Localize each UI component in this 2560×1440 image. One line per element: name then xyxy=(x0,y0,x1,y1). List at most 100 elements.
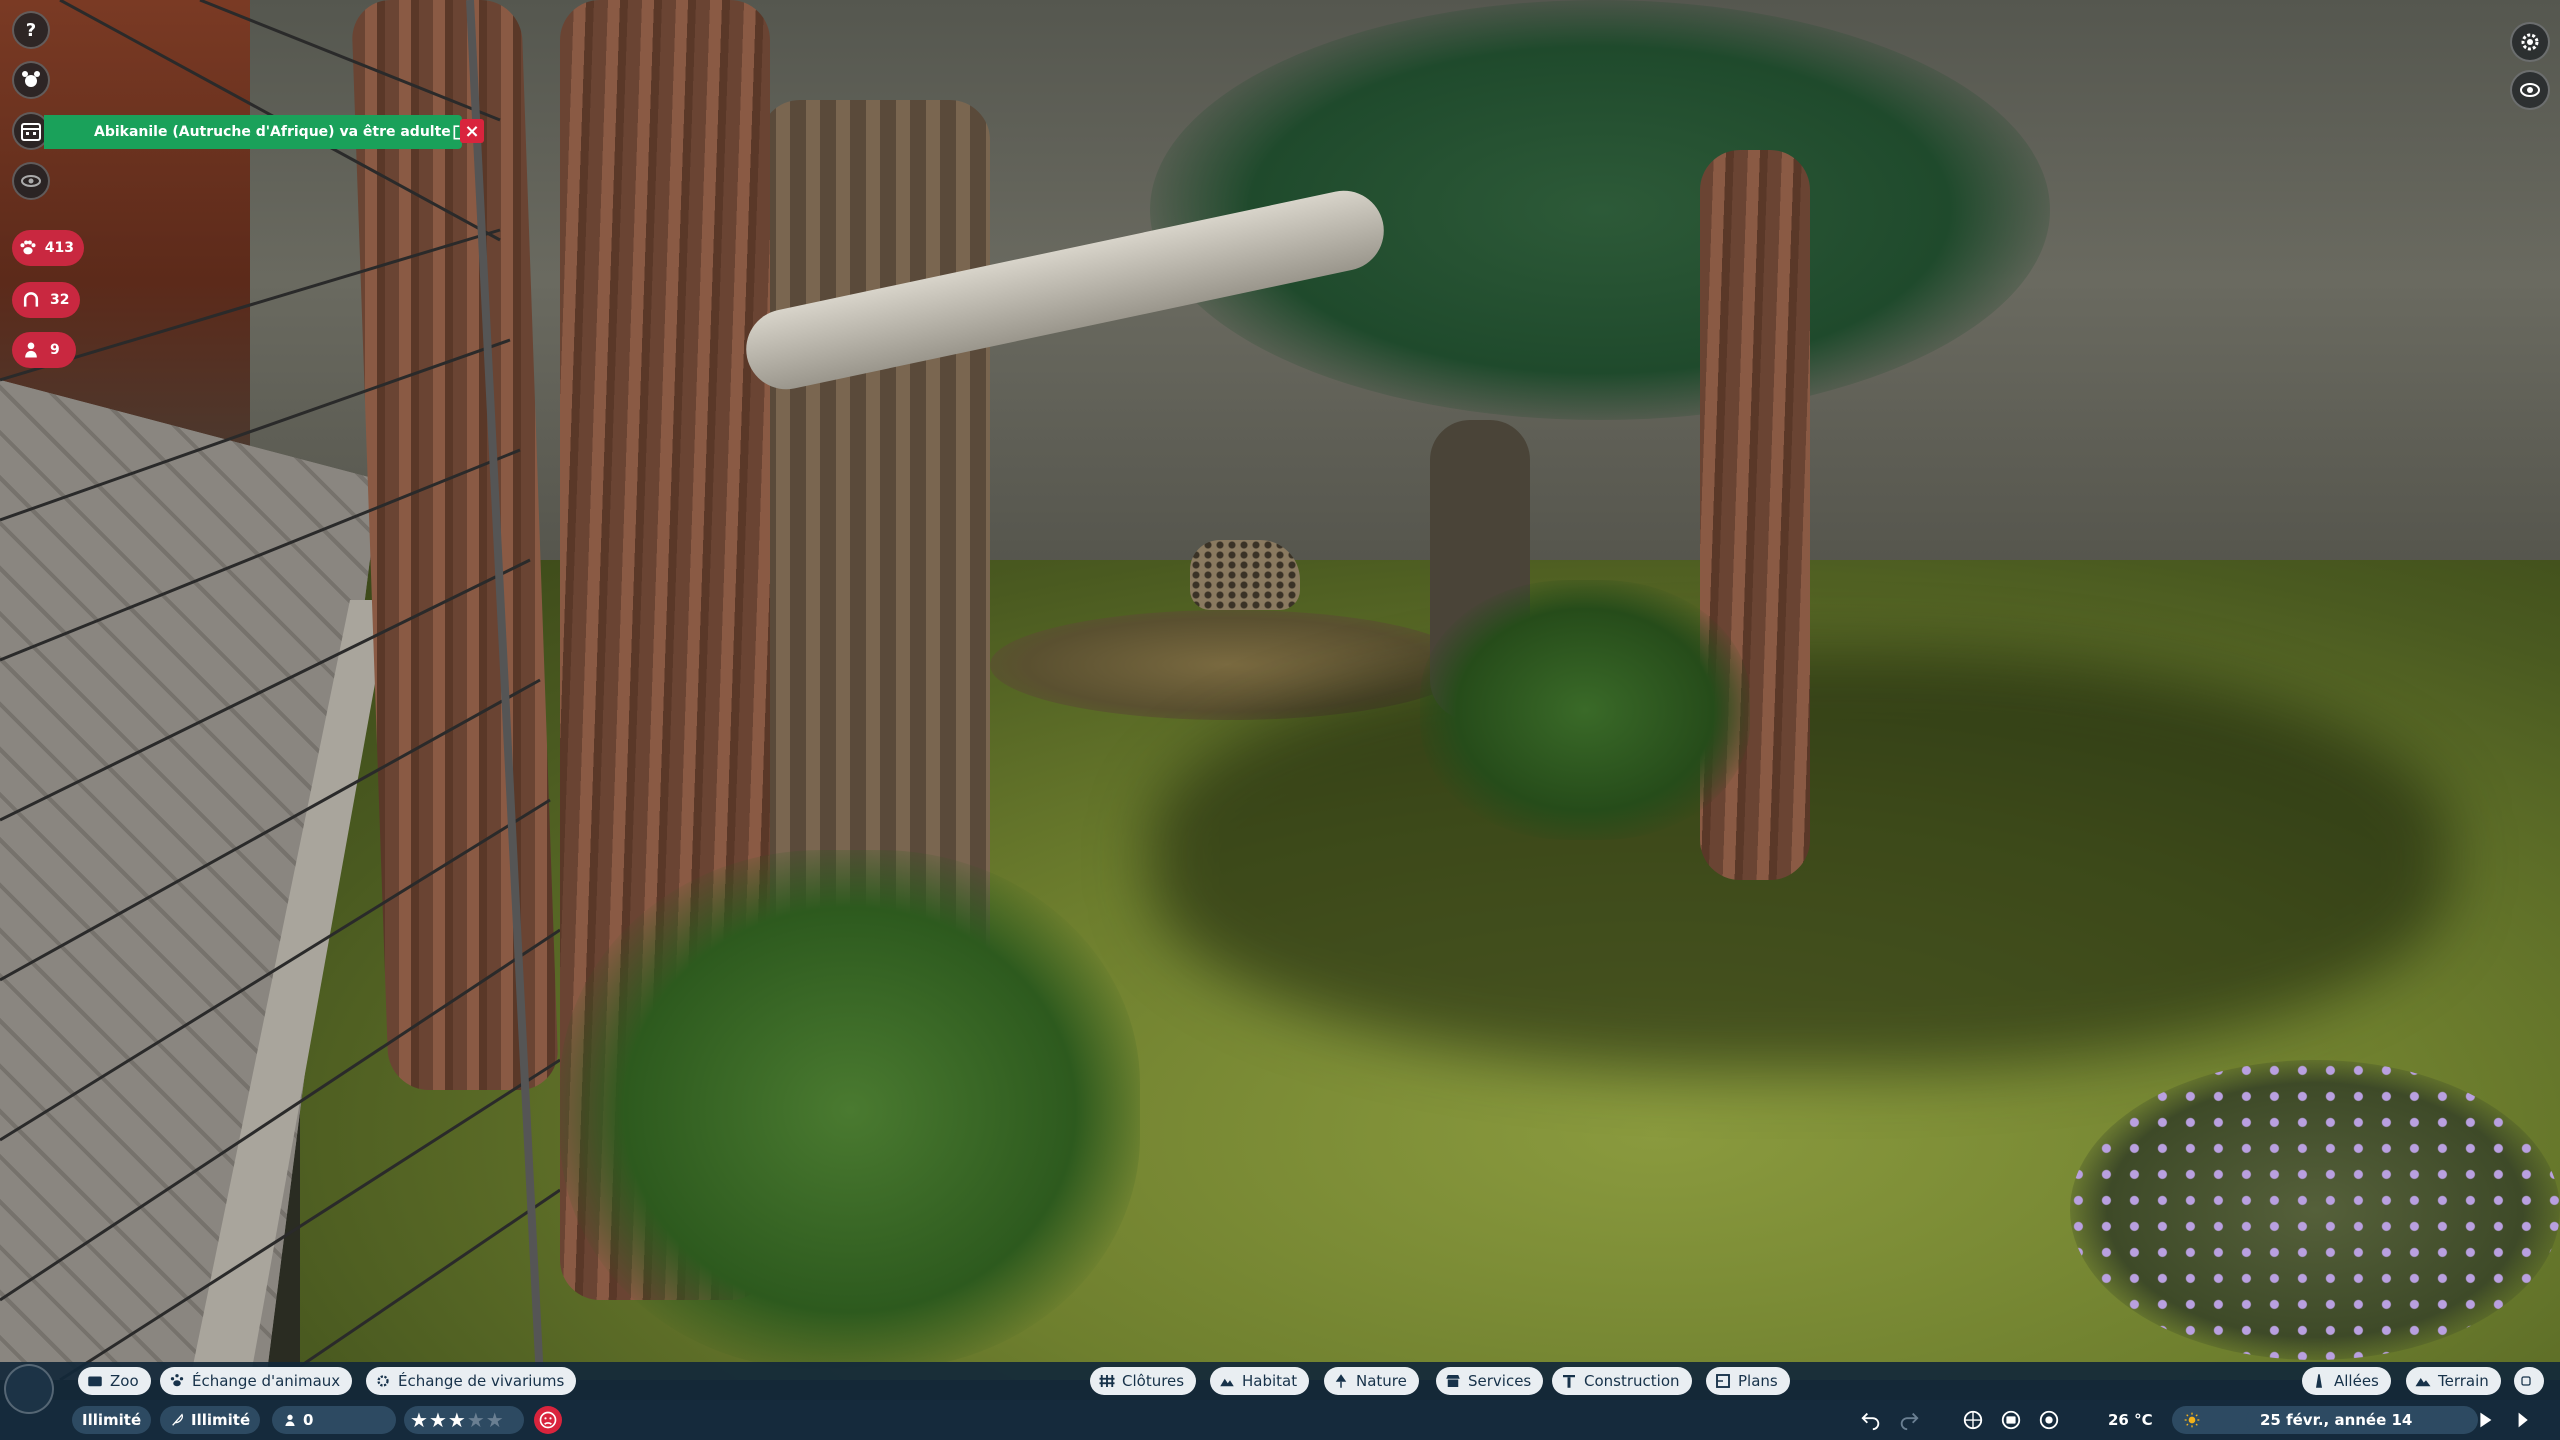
calendar-icon xyxy=(21,123,41,141)
gear-icon xyxy=(2521,33,2539,51)
staff-count: 9 xyxy=(50,342,60,358)
star-filled-icon: ★ xyxy=(447,1408,466,1432)
conservation-icon xyxy=(285,1414,295,1426)
path-icon xyxy=(2316,1374,2322,1388)
date-display[interactable]: 25 févr., année 14 xyxy=(2246,1406,2478,1434)
terrain-icon xyxy=(2415,1378,2431,1387)
undo-icon xyxy=(1861,1412,1880,1431)
notification-text: Abikanile (Autruche d'Afrique) va être a… xyxy=(94,124,451,140)
tree-icon xyxy=(1335,1374,1347,1388)
star-filled-icon: ★ xyxy=(410,1408,428,1432)
research-display[interactable]: Illimité xyxy=(160,1406,261,1434)
tab-habitat-label: Habitat xyxy=(1242,1372,1298,1390)
visibility-toggle-button[interactable] xyxy=(12,162,50,200)
tab-more[interactable] xyxy=(2514,1367,2544,1395)
undo-button[interactable] xyxy=(1856,1406,1886,1434)
notification-banner[interactable]: Abikanile (Autruche d'Afrique) va être a… xyxy=(44,115,470,149)
shrub xyxy=(1420,580,1750,840)
blueprint-icon xyxy=(1716,1374,1730,1388)
sun-icon xyxy=(2184,1412,2200,1428)
animal-count-pill[interactable]: 413 xyxy=(12,230,84,266)
grid-icon xyxy=(1963,1410,1983,1430)
conservation-display[interactable]: 0 xyxy=(272,1406,396,1434)
guest-count-pill[interactable]: 32 xyxy=(12,282,80,318)
eye-icon xyxy=(21,175,41,187)
flower-bed xyxy=(2070,1060,2560,1360)
tab-construction[interactable]: Construction xyxy=(1552,1367,1692,1395)
heatmap-icon xyxy=(2039,1410,2059,1430)
minimap-button[interactable] xyxy=(4,1364,54,1414)
speed-play-button[interactable] xyxy=(2470,1406,2500,1434)
redo-icon xyxy=(1900,1412,1919,1431)
tab-vivarium-trade-label: Échange de vivariums xyxy=(398,1372,565,1390)
question-icon: ? xyxy=(26,20,36,41)
tab-vivarium-trade[interactable]: Échange de vivariums xyxy=(366,1367,577,1395)
expand-icon xyxy=(2521,1376,2531,1386)
gear-icon xyxy=(377,1375,389,1387)
animal-count: 413 xyxy=(44,240,74,256)
money-display[interactable]: Illimité xyxy=(72,1406,152,1434)
person-icon xyxy=(12,331,50,369)
tab-paths-label: Allées xyxy=(2334,1372,2379,1390)
tab-terrain[interactable]: Terrain xyxy=(2406,1367,2501,1395)
redo-button[interactable] xyxy=(1894,1406,1924,1434)
zoo-rating[interactable]: ★ ★ ★ ★ ★ xyxy=(404,1406,524,1434)
fast-forward-icon xyxy=(2518,1412,2528,1428)
zoo-overview-button[interactable] xyxy=(12,61,50,99)
tab-nature[interactable]: Nature xyxy=(1324,1367,1419,1395)
animal-face-icon xyxy=(22,71,40,87)
star-empty-icon: ★ xyxy=(466,1408,485,1432)
camera-eye-icon xyxy=(2520,83,2540,97)
hyena-animal[interactable] xyxy=(1190,540,1300,610)
tab-paths[interactable]: Allées xyxy=(2302,1367,2391,1395)
conservation-value: 0 xyxy=(303,1411,314,1429)
photo-mode-button[interactable] xyxy=(1996,1406,2026,1434)
camera-mode-button[interactable] xyxy=(2510,70,2550,110)
habitat-icon xyxy=(1220,1378,1234,1387)
guest-mood-button[interactable] xyxy=(534,1406,562,1434)
tab-habitat[interactable]: Habitat xyxy=(1210,1367,1310,1395)
speed-fast-button[interactable] xyxy=(2510,1406,2540,1434)
play-icon xyxy=(2480,1412,2492,1428)
beam-icon xyxy=(1563,1375,1575,1388)
tab-fences[interactable]: Clôtures xyxy=(1090,1367,1197,1395)
settings-button[interactable] xyxy=(2510,22,2550,62)
horseshoe-icon xyxy=(12,281,50,319)
tab-zoo[interactable]: Zoo xyxy=(78,1367,151,1395)
date-value: 25 févr., année 14 xyxy=(2260,1411,2413,1429)
paw-icon xyxy=(12,229,45,267)
star-empty-icon: ★ xyxy=(485,1408,504,1432)
shop-icon xyxy=(1446,1375,1460,1387)
research-value: Illimité xyxy=(191,1411,251,1429)
tab-animal-trade-label: Échange d'animaux xyxy=(192,1372,341,1390)
help-button[interactable]: ? xyxy=(12,11,50,49)
tab-fences-label: Clôtures xyxy=(1122,1372,1185,1390)
tab-animal-trade[interactable]: Échange d'animaux xyxy=(160,1367,353,1395)
close-notification-button[interactable]: × xyxy=(460,119,484,143)
temperature-display: 26 °C xyxy=(2098,1406,2168,1434)
zoo-icon xyxy=(88,1376,102,1387)
heatmap-button[interactable] xyxy=(2034,1406,2064,1434)
paw-icon xyxy=(170,1374,184,1387)
game-viewport[interactable] xyxy=(0,0,2560,1440)
tab-construction-label: Construction xyxy=(1584,1372,1680,1390)
sad-face-icon xyxy=(539,1411,557,1429)
tab-nature-label: Nature xyxy=(1356,1372,1407,1390)
temperature-value: 26 °C xyxy=(2108,1411,2153,1429)
tab-plans-label: Plans xyxy=(1738,1372,1778,1390)
tab-zoo-label: Zoo xyxy=(110,1372,139,1390)
fern-bush xyxy=(560,850,1140,1370)
tab-services-label: Services xyxy=(1468,1372,1532,1390)
tab-services[interactable]: Services xyxy=(1436,1367,1544,1395)
feather-icon xyxy=(172,1413,183,1426)
svg-text:?: ? xyxy=(26,20,36,41)
star-filled-icon: ★ xyxy=(428,1408,447,1432)
staff-count-pill[interactable]: 9 xyxy=(12,332,76,368)
money-value: Illimité xyxy=(82,1411,142,1429)
guest-count: 32 xyxy=(50,292,70,308)
grid-toggle-button[interactable] xyxy=(1958,1406,1988,1434)
fence-icon xyxy=(1099,1375,1115,1387)
camera-icon xyxy=(2001,1410,2021,1430)
tab-terrain-label: Terrain xyxy=(2438,1372,2489,1390)
tab-plans[interactable]: Plans xyxy=(1706,1367,1790,1395)
